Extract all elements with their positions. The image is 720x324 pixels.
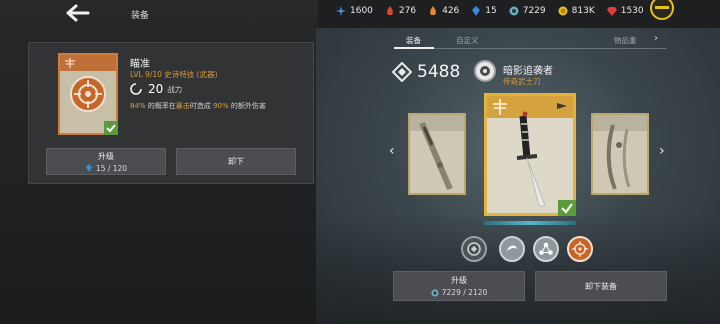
perk-shield-icon: [467, 242, 481, 256]
unequip-label: 卸下装备: [585, 281, 617, 291]
currency-value: 813K: [571, 6, 595, 16]
weapon-upgrade-button[interactable]: 升级 7229 / 2120: [393, 271, 525, 301]
aim-skill-icon: [572, 241, 588, 257]
chevron-left-icon[interactable]: ‹: [389, 143, 395, 159]
desc-text: 的概率在: [145, 102, 176, 110]
perk-nodes-icon: [539, 242, 553, 255]
currency-flame-red[interactable]: 276: [385, 6, 416, 16]
weapon-card-selected[interactable]: [484, 93, 576, 216]
card-header-strip: [60, 55, 116, 71]
samurai-class-icon: [474, 60, 496, 82]
skill-name: 瞄准: [130, 59, 150, 70]
currency-crystal[interactable]: 15: [471, 6, 497, 16]
gear-coin-icon: [431, 288, 439, 297]
weapon-type: 传奇武士刀: [503, 77, 541, 86]
upgrade-label: 升级: [98, 151, 114, 161]
sabre-icon: [606, 124, 631, 190]
flame-orange-icon: [430, 6, 436, 15]
top-bar: 装备 1600 276 426 15 7229 813K 1530: [0, 0, 720, 28]
crit-chance: 84%: [130, 102, 146, 110]
skill-card[interactable]: [58, 53, 118, 135]
arrow-left-icon: [66, 4, 90, 22]
currency-value: 276: [398, 6, 417, 16]
currency-gold[interactable]: 813K: [558, 6, 595, 16]
flame-red-icon: [387, 6, 393, 15]
skill-power-label: 战力: [167, 84, 183, 94]
weapon-power-block: 5488: [392, 62, 460, 82]
weapon-card-prev[interactable]: [408, 113, 466, 195]
store-button[interactable]: [650, 0, 674, 20]
skill-upgrade-button[interactable]: 升级 15 / 120: [46, 148, 166, 175]
power-diamond-icon: [392, 62, 412, 82]
perk-crescent-icon: [507, 245, 517, 251]
tab-equip[interactable]: 装备: [406, 35, 421, 46]
skill-description: 84% 的概率在暴击时造成 90% 的额外伤害: [130, 101, 266, 111]
upgrade-cost-value: 15 / 120: [95, 163, 128, 173]
perk-slot-1[interactable]: [461, 236, 487, 262]
skill-detail-panel: 瞄准 LVL 9/10 史诗特技 (武器) 20 战力 84% 的概率在暴击时造…: [28, 42, 314, 184]
weapon-skill-slots: [461, 236, 601, 262]
upgrade-cost: 7229 / 2120: [431, 288, 487, 297]
currency-ruby[interactable]: 1530: [606, 6, 644, 16]
sparkle-icon: [336, 6, 346, 16]
chevron-right-icon[interactable]: ›: [659, 143, 665, 159]
skill-power-row: 20 战力: [130, 82, 182, 96]
power-swirl-icon: [130, 83, 142, 95]
upgrade-cost: 15 / 120: [85, 164, 127, 173]
desc-text: 的额外伤害: [228, 102, 266, 110]
ruby-icon: [606, 7, 617, 16]
perk-slot-4-aim[interactable]: [567, 236, 593, 262]
upgrade-cost-value: 7229 / 2120: [441, 288, 488, 297]
currency-value: 15: [485, 6, 497, 16]
weapon-name: 暗影追袭者: [503, 66, 553, 77]
carousel-indicator: [484, 221, 576, 225]
skill-level: LVL 9/10 史诗特技 (武器): [130, 70, 218, 79]
tab-items[interactable]: 物品重: [614, 35, 637, 46]
currency-gear-coin[interactable]: 7229: [509, 6, 546, 16]
skill-unequip-button[interactable]: 卸下: [176, 148, 296, 175]
crystal-blue-icon: [472, 6, 481, 16]
crit-bonus: 90%: [213, 102, 229, 110]
currency-value: 7229: [522, 6, 546, 16]
weapon-unequip-button[interactable]: 卸下装备: [535, 271, 667, 301]
sword-icon: [419, 121, 453, 191]
tab-custom[interactable]: 自定义: [456, 35, 479, 46]
unequip-label: 卸下: [228, 157, 244, 166]
currency-bar: 1600 276 426 15 7229 813K 1530: [336, 6, 656, 16]
crystal-blue-icon: [85, 164, 93, 172]
gear-coin-icon: [509, 6, 519, 16]
currency-flame-orange[interactable]: 426: [428, 6, 459, 16]
currency-value: 1530: [620, 6, 644, 16]
page-title: 装备: [131, 11, 150, 21]
crit-keyword: 暴击: [175, 102, 190, 110]
aim-skill-icon: [70, 76, 106, 112]
currency-value: 1600: [350, 6, 373, 16]
chevron-right-icon[interactable]: ›: [654, 33, 658, 44]
dragonfly-icon: [65, 58, 75, 68]
gold-coin-icon: [558, 6, 568, 16]
back-button[interactable]: [64, 2, 92, 24]
weapon-card-next[interactable]: [591, 113, 649, 195]
weapon-power-value: 5488: [417, 62, 461, 82]
perk-slot-2[interactable]: [499, 236, 525, 262]
equipped-check-icon: [558, 200, 576, 216]
equipped-check-icon: [104, 121, 118, 135]
active-tab-indicator: [394, 47, 434, 49]
equipment-tabs: 装备 自定义 物品重 ›: [394, 33, 666, 49]
upgrade-label: 升级: [451, 276, 467, 285]
perk-slot-3[interactable]: [533, 236, 559, 262]
currency-sparkle[interactable]: 1600: [336, 6, 373, 16]
skill-power-value: 20: [148, 82, 164, 96]
currency-value: 426: [442, 6, 460, 16]
katana-icon: [516, 111, 546, 207]
desc-text: 时造成: [189, 102, 214, 110]
